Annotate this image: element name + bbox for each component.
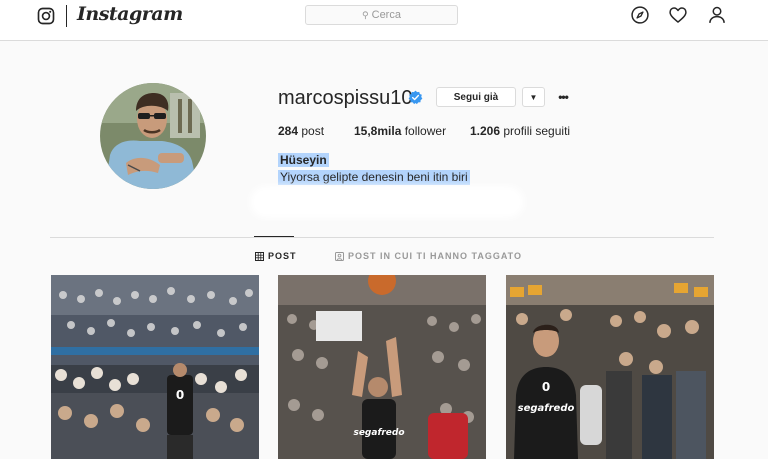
instagram-glyph-icon[interactable] xyxy=(37,7,55,25)
jersey-sponsor-mark: segafredo xyxy=(518,403,575,414)
jersey-number: 0 xyxy=(542,380,550,394)
following-count[interactable]: 1.206 profili seguiti xyxy=(470,124,570,138)
following-count-label: profili seguiti xyxy=(503,124,571,138)
posts-count-label: post xyxy=(301,124,325,138)
posts-count-value: 284 xyxy=(278,124,299,138)
person-icon[interactable] xyxy=(707,5,727,25)
search-input[interactable]: ⚲ Cerca xyxy=(305,5,458,25)
profile-avatar[interactable] xyxy=(100,83,206,189)
profile-username: marcospissu10 xyxy=(278,87,413,109)
post-thumbnail[interactable]: 0 segafredo xyxy=(506,275,714,459)
verified-badge-icon xyxy=(408,90,423,105)
heart-icon[interactable] xyxy=(668,5,688,25)
followers-count[interactable]: 15,8mila follower xyxy=(354,124,446,138)
tag-person-icon xyxy=(335,251,344,261)
search-icon: ⚲ xyxy=(362,9,369,20)
following-count-value: 1.206 xyxy=(470,124,501,138)
posts-count: 284 post xyxy=(278,124,324,138)
search-placeholder: Cerca xyxy=(371,9,401,21)
post-image-free-throw: segafredo xyxy=(278,275,486,459)
bio-full-name: Hüseyin xyxy=(278,153,329,167)
jersey-sponsor-mark: segafredo xyxy=(353,428,404,438)
tabs-divider xyxy=(50,237,714,238)
chevron-down-icon: ▼ xyxy=(529,92,538,102)
redacted-bio-link xyxy=(254,190,520,214)
post-thumbnail[interactable]: 0 xyxy=(51,275,259,459)
tab-posts-label: POST xyxy=(268,251,297,261)
grid-icon xyxy=(255,251,264,261)
jersey-number: 0 xyxy=(176,388,184,402)
top-navigation-bar: Instagram ⚲ Cerca xyxy=(0,0,768,41)
logo-separator xyxy=(66,5,67,27)
compass-icon[interactable] xyxy=(630,5,650,25)
post-thumbnail[interactable]: segafredo xyxy=(278,275,486,459)
followers-count-value: 15,8mila xyxy=(354,124,402,138)
bio-text: Yiyorsa gelipte denesin beni itin biri xyxy=(278,170,470,185)
post-image-player: 0 segafredo xyxy=(506,275,714,459)
instagram-wordmark[interactable]: Instagram xyxy=(77,3,183,25)
suggestions-dropdown-button[interactable]: ▼ xyxy=(522,87,545,107)
active-tab-indicator xyxy=(254,236,294,237)
following-button[interactable]: Segui già xyxy=(436,87,516,107)
post-image-crowd: 0 xyxy=(51,275,259,459)
tab-tagged[interactable]: POST IN CUI TI HANNO TAGGATO xyxy=(335,251,522,261)
more-options-button[interactable]: ••• xyxy=(555,87,571,107)
followers-count-label: follower xyxy=(404,124,447,138)
more-dots-icon: ••• xyxy=(558,90,569,104)
tab-posts[interactable]: POST xyxy=(255,251,297,261)
tab-tagged-label: POST IN CUI TI HANNO TAGGATO xyxy=(348,251,522,261)
